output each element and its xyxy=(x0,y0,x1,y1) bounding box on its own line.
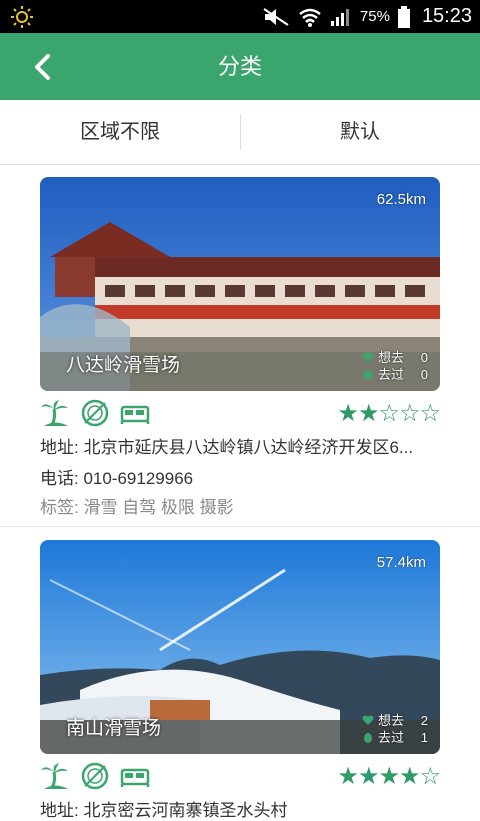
region-filter[interactable]: 区域不限 xyxy=(0,100,240,164)
amenity-icons xyxy=(40,762,150,790)
tags-text: 标签: 滑雪 自驾 极限 摄影 xyxy=(40,498,234,517)
clock: 15:23 xyxy=(421,5,472,27)
address-text: 地址: 北京密云河南寨镇圣水头村 xyxy=(40,801,288,820)
been-count: 1 xyxy=(420,730,428,745)
rating-stars: ★★☆☆☆ xyxy=(337,399,441,427)
dining-icon xyxy=(81,762,109,790)
wifi-icon xyxy=(299,8,321,27)
been-label: 去过 xyxy=(377,730,404,745)
been-label: 去过 xyxy=(377,367,404,382)
brightness-icon xyxy=(11,6,33,28)
palm-tree-icon xyxy=(41,763,68,789)
mute-icon xyxy=(263,7,289,26)
amenity-icons xyxy=(40,399,150,427)
place-photo[interactable]: 62.5km 八达岭滑雪场 想去 0 去过 0 xyxy=(40,177,440,391)
want-label: 想去 xyxy=(377,713,404,728)
bed-icon xyxy=(120,768,150,787)
distance-label: 62.5km xyxy=(376,191,426,208)
want-count: 0 xyxy=(420,350,428,365)
battery-icon xyxy=(397,5,410,28)
place-name: 八达岭滑雪场 xyxy=(66,355,181,376)
battery-percent: 75% xyxy=(359,8,390,25)
want-count: 2 xyxy=(420,713,428,728)
place-photo[interactable]: 57.4km 南山滑雪场 想去 2 去过 1 xyxy=(40,540,440,754)
footprint-icon xyxy=(363,370,372,380)
filter-bar: 区域不限 默认 xyxy=(0,100,480,165)
phone-text[interactable]: 电话: 010-69129966 xyxy=(40,464,440,489)
signal-icon xyxy=(330,8,349,26)
heart-icon xyxy=(362,715,374,725)
dining-icon xyxy=(81,399,109,427)
card-divider xyxy=(0,526,480,527)
app-header: 分类 xyxy=(0,33,480,100)
palm-tree-icon xyxy=(41,400,68,426)
footprint-icon xyxy=(363,733,372,743)
status-bar: 75% 15:23 xyxy=(0,0,480,33)
page-title: 分类 xyxy=(217,54,262,79)
place-name: 南山滑雪场 xyxy=(66,718,162,739)
distance-label: 57.4km xyxy=(376,554,426,571)
rating-stars: ★★★★☆ xyxy=(337,762,441,790)
place-stats: 想去 0 去过 0 xyxy=(362,349,428,383)
want-label: 想去 xyxy=(377,350,404,365)
address-text: 地址: 北京市延庆县八达岭镇八达岭经济开发区6... xyxy=(40,438,414,457)
been-count: 0 xyxy=(420,367,428,382)
heart-icon xyxy=(362,352,374,362)
place-stats: 想去 2 去过 1 xyxy=(362,712,428,746)
sort-filter[interactable]: 默认 xyxy=(240,100,480,164)
bed-icon xyxy=(120,405,150,424)
